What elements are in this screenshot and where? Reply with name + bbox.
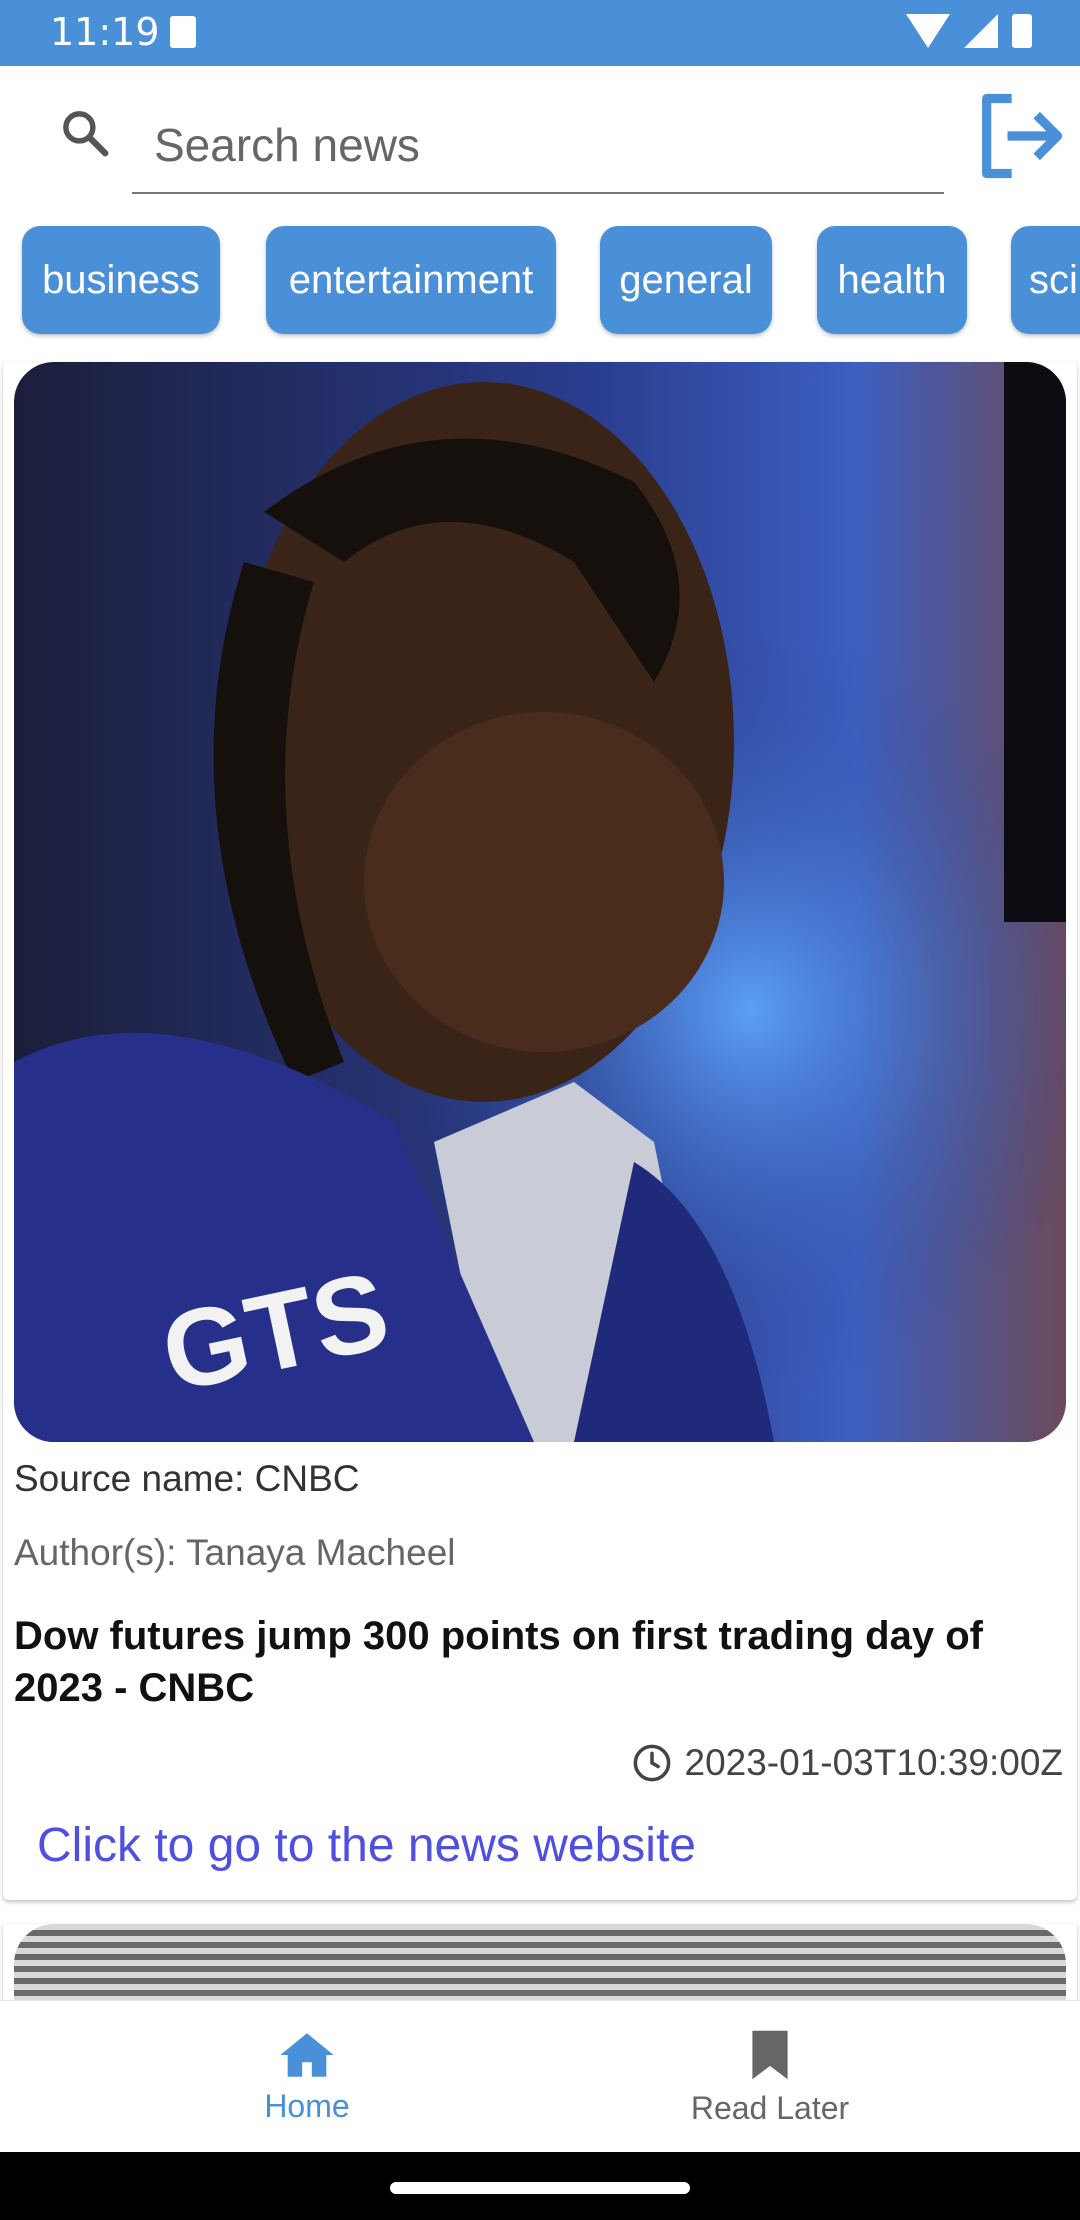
chip-science[interactable]: sci (1011, 226, 1080, 334)
article-image[interactable]: GTS (14, 362, 1066, 1442)
article-author: Author(s): Tanaya Macheel (14, 1532, 456, 1573)
nav-read-later[interactable]: Read Later (500, 2001, 1040, 2153)
article-link[interactable]: Click to go to the news website (37, 1818, 696, 1873)
article-headline: Dow futures jump 300 points on first tra… (14, 1614, 983, 1710)
chip-health[interactable]: health (817, 226, 967, 334)
chip-label: business (42, 257, 200, 302)
nav-home-label: Home (264, 2087, 350, 2124)
chip-general[interactable]: general (600, 226, 772, 334)
chip-label: sci (1029, 257, 1078, 302)
article-source: Source name: CNBC (14, 1458, 360, 1499)
article-date-row: 2023-01-03T10:39:00Z (631, 1742, 1064, 1784)
chip-label: general (619, 257, 753, 302)
news-card[interactable] (3, 1924, 1077, 2004)
nav-read-later-label: Read Later (690, 2089, 850, 2126)
chip-label: entertainment (288, 257, 534, 302)
logout-icon[interactable] (970, 86, 1070, 186)
chip-label: health (837, 257, 947, 302)
status-icons (906, 14, 1032, 48)
article-published-date: 2023-01-03T10:39:00Z (684, 1742, 1064, 1783)
wifi-icon (906, 14, 950, 48)
home-icon (280, 2032, 334, 2077)
status-time: 11:19 (50, 10, 160, 54)
article-image[interactable] (14, 1924, 1066, 2004)
signal-icon (964, 14, 998, 48)
sd-card-icon (170, 16, 196, 48)
news-card[interactable]: GTS Source name: CNBC Author(s): Tanaya … (3, 362, 1077, 1900)
search-input[interactable] (132, 98, 944, 194)
chip-entertainment[interactable]: entertainment (266, 226, 556, 334)
bottom-navigation: Home Read Later (0, 2000, 1080, 2153)
bookmark-icon (752, 2030, 788, 2079)
battery-icon (1012, 14, 1032, 48)
chip-business[interactable]: business (22, 226, 220, 334)
nav-home[interactable]: Home (37, 2001, 577, 2153)
gesture-bar (0, 2152, 1080, 2220)
clock-icon (633, 1744, 670, 1782)
category-chips: business entertainment general health sc… (0, 222, 1080, 340)
home-indicator[interactable] (390, 2182, 690, 2194)
search-bar (0, 66, 1080, 206)
status-bar: 11:19 (0, 0, 1080, 66)
search-icon (63, 111, 109, 157)
